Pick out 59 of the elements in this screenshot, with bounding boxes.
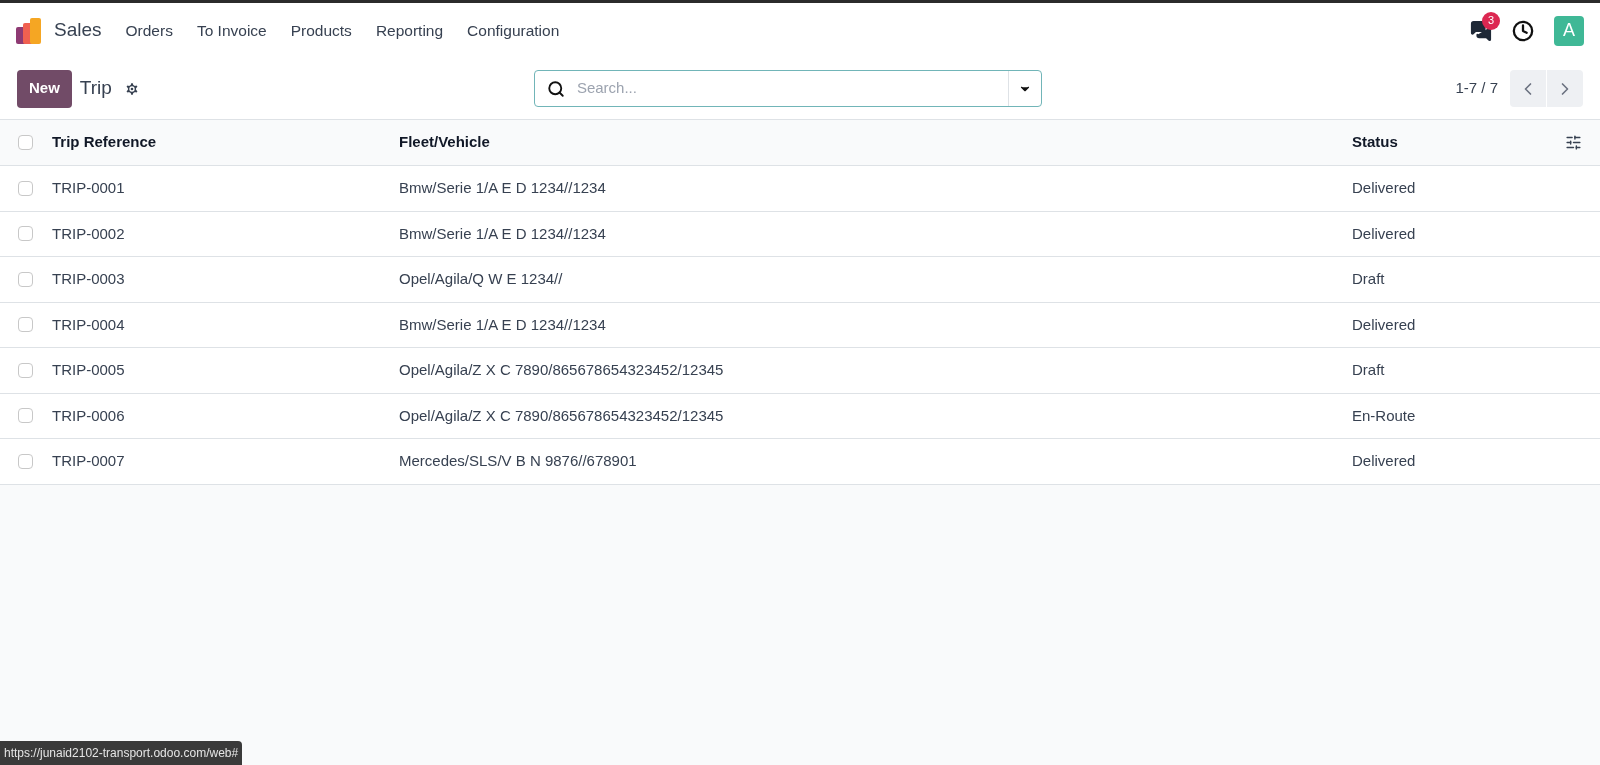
- table-cell-text: Delivered: [1352, 178, 1416, 198]
- table-row[interactable]: TRIP-0003 Opel/Agila/Q W E 1234// Draft: [0, 257, 1600, 303]
- checkbox[interactable]: [18, 226, 33, 242]
- search-field[interactable]: Search...: [533, 70, 1042, 107]
- table-row[interactable]: TRIP-0005 Opel/Agila/Z X C 7890/865678654323452/12345 Draft: [0, 348, 1600, 394]
- table-cell-text: Delivered: [1352, 451, 1416, 471]
- new-button[interactable]: New: [17, 69, 72, 108]
- search-icon: [546, 79, 565, 98]
- checkbox[interactable]: [18, 362, 33, 378]
- checkbox[interactable]: [18, 408, 33, 424]
- table-cell-text: Opel/Agila/Z X C 7890/865678654323452/12345: [399, 405, 725, 426]
- next-page-button[interactable]: [1547, 70, 1583, 107]
- table-cell-text: Draft: [1352, 360, 1385, 380]
- checkbox[interactable]: [18, 271, 33, 287]
- column-header[interactable]: Fleet/Vehicle: [399, 131, 1352, 154]
- checkbox[interactable]: [18, 453, 33, 469]
- table-cell-text: Delivered: [1352, 223, 1416, 244]
- table-cell-text: TRIP-0003: [52, 269, 126, 289]
- table-row[interactable]: TRIP-0002 Bmw/Serie 1/A E D 1234//1234 Delivered: [0, 211, 1600, 257]
- menu-item[interactable]: Configuration: [467, 18, 560, 43]
- table-row[interactable]: TRIP-0007 Mercedes/SLS/V B N 9876//678901 Delivered: [0, 439, 1600, 485]
- table-row[interactable]: TRIP-0001 Bmw/Serie 1/A E D 1234//1234 Delivered: [0, 166, 1600, 212]
- table-cell-text: Mercedes/SLS/V B N 9876//678901: [399, 451, 638, 471]
- table-cell-text: TRIP-0007: [52, 451, 126, 471]
- table-cell-text: En-Route: [1352, 405, 1416, 426]
- menu-item[interactable]: Orders: [125, 18, 173, 43]
- column-header[interactable]: Status: [1352, 131, 1398, 154]
- menu-item[interactable]: Reporting: [375, 18, 444, 43]
- table-cell-text: Delivered: [1352, 314, 1416, 335]
- search-input[interactable]: Search...: [576, 77, 1008, 100]
- previous-page-button[interactable]: [1510, 70, 1546, 107]
- table-row[interactable]: TRIP-0004 Bmw/Serie 1/A E D 1234//1234 Delivered: [0, 302, 1600, 348]
- table-cell-text: TRIP-0006: [52, 405, 126, 426]
- pager-value[interactable]: 1-7 / 7: [1455, 77, 1498, 100]
- table-cell-text: Bmw/Serie 1/A E D 1234//1234: [399, 223, 607, 244]
- menu-item[interactable]: Products: [290, 18, 352, 43]
- table-cell-text: Draft: [1352, 269, 1385, 289]
- checkbox[interactable]: [18, 180, 33, 196]
- clock-icon[interactable]: [1512, 19, 1534, 42]
- app-name[interactable]: Sales: [54, 16, 102, 45]
- app-logo-icon[interactable]: [16, 17, 42, 44]
- table-cell-text: TRIP-0002: [52, 223, 126, 244]
- settings-icon[interactable]: [123, 80, 140, 97]
- table-cell-text: TRIP-0004: [52, 314, 126, 335]
- table-cell-text: Opel/Agila/Z X C 7890/865678654323452/12345: [399, 360, 725, 380]
- column-header[interactable]: Trip Reference: [52, 131, 399, 154]
- table-cell-text: Bmw/Serie 1/A E D 1234//1234: [399, 314, 607, 335]
- table-cell-text: TRIP-0001: [52, 178, 126, 198]
- checkbox[interactable]: [18, 317, 33, 333]
- menu-item[interactable]: To Invoice: [196, 18, 267, 43]
- checkbox[interactable]: [18, 135, 33, 150]
- table-row[interactable]: TRIP-0006 Opel/Agila/Z X C 7890/865678654323452/12345 En-Route: [0, 393, 1600, 439]
- notification-badge: 3: [1482, 11, 1500, 30]
- table-cell-text: Opel/Agila/Q W E 1234//: [399, 269, 564, 289]
- column-settings-icon[interactable]: [1565, 134, 1582, 151]
- link-url-tooltip: https://junaid2102-transport.odoo.com/web#: [0, 741, 243, 765]
- breadcrumb-title: Trip: [79, 76, 112, 101]
- table-cell-text: Bmw/Serie 1/A E D 1234//1234: [399, 178, 607, 198]
- table-cell-text: TRIP-0005: [52, 360, 126, 380]
